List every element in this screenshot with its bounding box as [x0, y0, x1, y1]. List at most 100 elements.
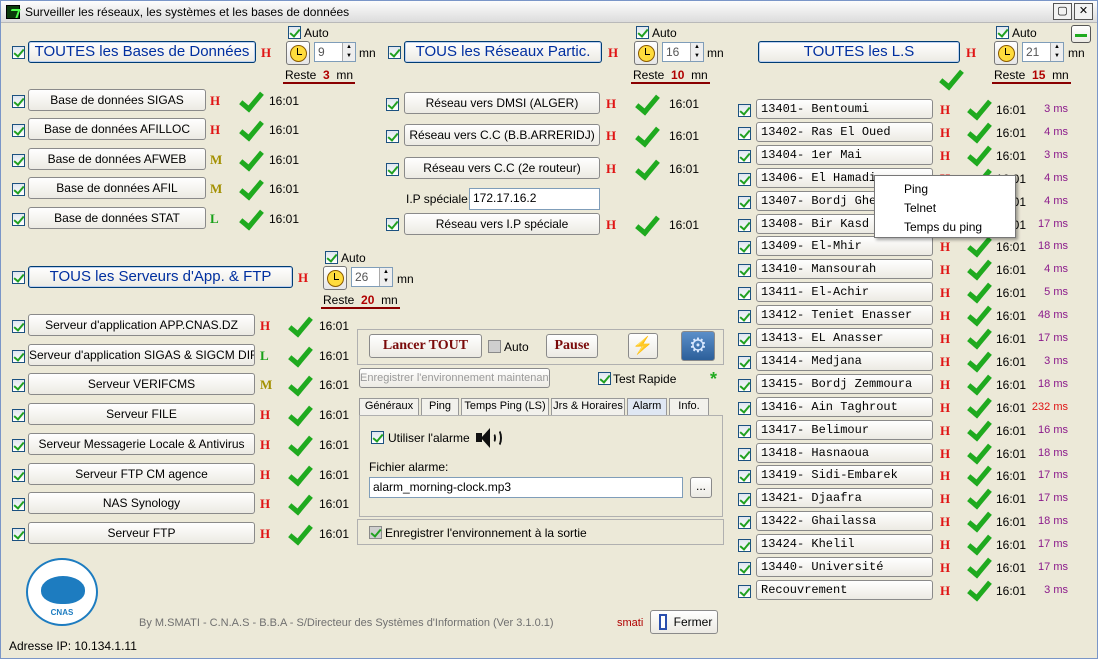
- close-button[interactable]: Fermer: [650, 610, 718, 634]
- tab-alarm[interactable]: Alarm: [627, 398, 667, 415]
- db-item-button[interactable]: Base de données SIGAS: [28, 89, 206, 111]
- ls-item-checkbox[interactable]: [738, 218, 751, 232]
- ls-item-button[interactable]: 13424- Khelil: [756, 534, 933, 555]
- ls-item-button[interactable]: 13401- Bentoumi: [756, 99, 933, 119]
- ls-item-checkbox[interactable]: [738, 241, 751, 255]
- srv-item-checkbox[interactable]: [12, 468, 25, 482]
- ls-item-checkbox[interactable]: [738, 539, 751, 553]
- srv-auto-checkbox[interactable]: [325, 251, 338, 264]
- ls-auto-checkbox[interactable]: [996, 26, 1009, 39]
- net-item-checkbox[interactable]: [386, 163, 399, 176]
- ls-item-button[interactable]: 13421- Djaafra: [756, 488, 933, 509]
- ls-interval-spinner[interactable]: 21: [1022, 42, 1064, 62]
- ls-item-button[interactable]: 13402- Ras El Oued: [756, 121, 933, 142]
- net-all-button[interactable]: TOUS les Réseaux Partic.: [404, 41, 602, 63]
- ls-item-button[interactable]: 13419- Sidi-Embarek: [756, 465, 933, 486]
- ip-special-input[interactable]: 172.17.16.2: [469, 188, 600, 210]
- ls-item-checkbox[interactable]: [738, 562, 751, 575]
- net-all-checkbox[interactable]: [388, 46, 401, 59]
- ls-item-button[interactable]: 13404- 1er Mai: [756, 144, 933, 165]
- net-item-button[interactable]: Réseau vers C.C (2e routeur): [404, 157, 600, 179]
- db-item-checkbox[interactable]: [12, 183, 25, 197]
- ls-item-button[interactable]: 13415- Bordj Zemmoura: [756, 373, 933, 394]
- ls-item-button[interactable]: 13418- Hasnaoua: [756, 442, 933, 463]
- ls-item-checkbox[interactable]: [738, 104, 751, 117]
- srv-item-button[interactable]: Serveur d'application SIGAS & SIGCM DIRE…: [28, 343, 255, 366]
- srv-item-button[interactable]: Serveur FILE: [28, 403, 255, 426]
- ls-item-button[interactable]: 13409- El-Mhir: [756, 236, 933, 257]
- ls-item-checkbox[interactable]: [738, 172, 751, 186]
- tab-ping[interactable]: Ping: [421, 398, 459, 415]
- tab-g-n-raux[interactable]: Généraux: [359, 398, 419, 415]
- net-special-checkbox[interactable]: [386, 218, 399, 231]
- use-alarm-checkbox[interactable]: [371, 431, 384, 444]
- srv-item-checkbox[interactable]: [12, 349, 25, 363]
- net-interval-spinner[interactable]: 16: [662, 42, 704, 62]
- settings-button[interactable]: ⚙: [681, 331, 715, 361]
- ls-item-button[interactable]: 13416- Ain Taghrout: [756, 396, 933, 417]
- db-item-checkbox[interactable]: [12, 153, 25, 167]
- srv-item-button[interactable]: Serveur VERIFCMS: [28, 373, 255, 396]
- db-all-button[interactable]: TOUTES les Bases de Données: [28, 41, 256, 63]
- ls-item-button[interactable]: 13411- El-Achir: [756, 282, 933, 303]
- menu-item-telnet[interactable]: Telnet: [904, 201, 936, 215]
- tab-info-[interactable]: Info.: [669, 398, 709, 415]
- ls-item-checkbox[interactable]: [738, 287, 751, 301]
- srv-item-button[interactable]: NAS Synology: [28, 492, 255, 515]
- ls-item-checkbox[interactable]: [738, 401, 751, 415]
- net-item-checkbox[interactable]: [386, 98, 399, 111]
- close-icon[interactable]: ✕: [1074, 3, 1093, 20]
- net-item-checkbox[interactable]: [386, 130, 399, 143]
- db-item-checkbox[interactable]: [12, 212, 25, 226]
- ls-item-button[interactable]: 13422- Ghailassa: [756, 511, 933, 532]
- srv-all-button[interactable]: TOUS les Serveurs d'App. & FTP: [28, 266, 293, 288]
- net-item-button[interactable]: Réseau vers C.C (B.B.ARRERIDJ): [404, 124, 600, 146]
- flash-button[interactable]: ⚡: [628, 333, 658, 359]
- net-item-button[interactable]: Réseau vers DMSI (ALGER): [404, 92, 600, 114]
- ls-item-checkbox[interactable]: [738, 584, 751, 598]
- ls-item-button[interactable]: 13417- Belimour: [756, 419, 933, 440]
- ls-item-button[interactable]: Recouvrement: [756, 579, 933, 600]
- browse-button[interactable]: ...: [690, 477, 712, 498]
- db-item-button[interactable]: Base de données STAT: [28, 206, 206, 229]
- ls-item-checkbox[interactable]: [738, 493, 751, 507]
- ls-item-button[interactable]: 13410- Mansourah: [756, 259, 933, 280]
- ls-item-checkbox[interactable]: [738, 516, 751, 530]
- srv-item-checkbox[interactable]: [12, 438, 25, 452]
- ls-item-checkbox[interactable]: [738, 470, 751, 484]
- srv-clock-icon[interactable]: [323, 266, 347, 290]
- pause-button[interactable]: Pause: [546, 334, 598, 358]
- db-item-button[interactable]: Base de données AFWEB: [28, 147, 206, 170]
- net-auto-checkbox[interactable]: [636, 26, 649, 39]
- alarm-file-input[interactable]: alarm_morning-clock.mp3: [369, 477, 683, 498]
- ls-all-button[interactable]: TOUTES les L.S: [758, 41, 960, 63]
- launch-all-button[interactable]: Lancer TOUT: [369, 334, 482, 358]
- menu-item-ping-time[interactable]: Temps du ping: [904, 220, 982, 234]
- srv-item-checkbox[interactable]: [12, 320, 25, 333]
- tab-jrs-horaires[interactable]: Jrs & Horaires: [551, 398, 625, 415]
- ls-item-checkbox[interactable]: [738, 264, 751, 278]
- ls-item-checkbox[interactable]: [738, 355, 751, 369]
- db-item-button[interactable]: Base de données AFIL: [28, 177, 206, 200]
- save-env-exit-checkbox[interactable]: [369, 526, 382, 539]
- srv-item-button[interactable]: Serveur d'application APP.CNAS.DZ: [28, 314, 255, 336]
- ls-item-checkbox[interactable]: [738, 195, 751, 209]
- minimize-panel-button[interactable]: [1071, 25, 1091, 43]
- ls-item-checkbox[interactable]: [738, 447, 751, 461]
- srv-item-button[interactable]: Serveur FTP: [28, 521, 255, 544]
- ls-clock-icon[interactable]: [994, 41, 1018, 65]
- ls-item-button[interactable]: 13414- Medjana: [756, 350, 933, 371]
- ls-item-checkbox[interactable]: [738, 424, 751, 438]
- ls-item-checkbox[interactable]: [738, 310, 751, 324]
- net-clock-icon[interactable]: [634, 41, 658, 65]
- restore-icon[interactable]: ▢: [1053, 3, 1072, 20]
- ls-item-button[interactable]: 13413- EL Anasser: [756, 328, 933, 348]
- save-env-now-button[interactable]: Enregistrer l'environnement maintenant: [359, 368, 550, 388]
- srv-item-checkbox[interactable]: [12, 409, 25, 423]
- db-auto-checkbox[interactable]: [288, 26, 301, 39]
- ls-item-button[interactable]: 13412- Teniet Enasser: [756, 305, 933, 326]
- db-item-button[interactable]: Base de données AFILLOC: [28, 118, 206, 141]
- ls-item-checkbox[interactable]: [738, 126, 751, 140]
- srv-item-button[interactable]: Serveur FTP CM agence: [28, 462, 255, 485]
- srv-item-checkbox[interactable]: [12, 379, 25, 393]
